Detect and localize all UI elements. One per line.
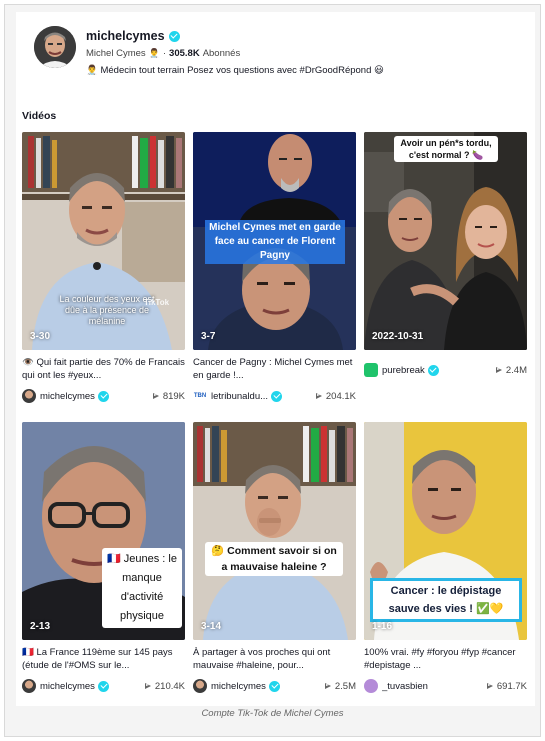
author-avatar[interactable] <box>364 679 378 693</box>
play-count-value: 2.5M <box>334 680 356 692</box>
verified-icon <box>97 390 109 402</box>
play-icon <box>315 392 322 399</box>
play-count-value: 204.1K <box>325 390 356 402</box>
followers-label: Abonnés <box>202 48 241 59</box>
author-avatar[interactable] <box>22 679 36 693</box>
video-description[interactable]: 👁️ Qui fait partie des 70% de Francais q… <box>22 356 185 382</box>
play-count: 210.4K <box>144 680 185 692</box>
video-thumbnail[interactable]: Michel Cymes met en garde face au cancer… <box>193 132 356 350</box>
author-avatar[interactable] <box>22 389 36 403</box>
video-meta: michelcymes 2.5M <box>193 678 356 694</box>
doctor-emoji: 👨‍⚕️ <box>148 48 160 58</box>
play-count-value: 691.7K <box>496 680 527 692</box>
play-count-value: 819K <box>162 390 185 402</box>
followers-count: 305.8K <box>169 48 200 59</box>
figure-frame: michelcymes Michel Cymes 👨‍⚕️ · 305.8K A… <box>4 4 541 737</box>
tiktok-watermark: TikTok <box>144 298 170 307</box>
video-caption-overlay: 🤔 Comment savoir si on a mauvaise halein… <box>205 542 343 576</box>
video-caption-overlay: Cancer : le dépistage sauve des vies ! ✅… <box>370 578 522 622</box>
profile-subline: Michel Cymes 👨‍⚕️ · 305.8K Abonnés <box>86 48 241 59</box>
play-count-value: 210.4K <box>154 680 185 692</box>
video-card[interactable]: Cancer : le dépistage sauve des vies ! ✅… <box>364 422 527 694</box>
verified-icon <box>271 390 283 402</box>
author-name[interactable]: _tuvasbien <box>382 681 428 692</box>
play-count: 2.4M <box>495 364 527 376</box>
video-description[interactable]: 100% vrai. #fy #foryou #fyp #cancer #dep… <box>364 646 527 672</box>
video-caption-overlay: Avoir un pén*s tordu, c'est normal ? 🍆 <box>394 136 498 162</box>
profile-avatar[interactable] <box>34 26 76 68</box>
video-date-label: 3-14 <box>201 621 222 632</box>
figure-caption: Compte Tik-Tok de Michel Cymes <box>201 708 344 719</box>
video-description[interactable]: À partager à vos proches qui ont mauvais… <box>193 646 356 672</box>
video-thumbnail[interactable]: Avoir un pén*s tordu, c'est normal ? 🍆 2… <box>364 132 527 350</box>
verified-icon <box>97 680 109 692</box>
profile-bio: 👨‍⚕️ Médecin tout terrain Posez vos ques… <box>86 65 384 76</box>
video-date-label: 2-13 <box>30 621 51 632</box>
video-meta: michelcymes 210.4K <box>22 678 185 694</box>
video-card[interactable]: 🇫🇷 Jeunes : le manque d'activité physiqu… <box>22 422 185 694</box>
display-name: Michel Cymes <box>86 48 146 59</box>
play-icon <box>144 682 151 689</box>
video-date-label: 1-16 <box>372 621 393 632</box>
video-thumbnail[interactable]: Cancer : le dépistage sauve des vies ! ✅… <box>364 422 527 640</box>
verified-icon <box>268 680 280 692</box>
play-count-value: 2.4M <box>505 364 527 376</box>
video-meta: _tuvasbien 691.7K <box>364 678 527 694</box>
author-name[interactable]: michelcymes <box>40 391 95 402</box>
author-name[interactable]: michelcymes <box>40 681 95 692</box>
author-avatar[interactable]: TBN <box>193 389 207 403</box>
video-thumbnail[interactable]: La couleur des yeux est dûe à la présenc… <box>22 132 185 350</box>
video-card[interactable]: 🤔 Comment savoir si on a mauvaise halein… <box>193 422 356 694</box>
video-card[interactable]: La couleur des yeux est dûe à la présenc… <box>22 132 185 404</box>
play-count: 204.1K <box>315 390 356 402</box>
verified-icon <box>427 364 439 376</box>
author-avatar[interactable] <box>193 679 207 693</box>
video-card[interactable]: Avoir un pén*s tordu, c'est normal ? 🍆 2… <box>364 132 527 378</box>
video-meta: michelcymes 819K <box>22 388 185 404</box>
video-thumbnail[interactable]: 🇫🇷 Jeunes : le manque d'activité physiqu… <box>22 422 185 640</box>
play-count: 819K <box>152 390 185 402</box>
verified-icon <box>168 30 180 42</box>
video-date-label: 3-30 <box>30 331 51 342</box>
video-description[interactable]: 🇫🇷 La France 119ème sur 145 pays (étude … <box>22 646 185 672</box>
video-meta: purebreak 2.4M <box>364 362 527 378</box>
profile-username[interactable]: michelcymes <box>86 29 180 43</box>
username-text: michelcymes <box>86 29 165 43</box>
play-icon <box>324 682 331 689</box>
play-icon <box>486 682 493 689</box>
tiktok-profile-panel: michelcymes Michel Cymes 👨‍⚕️ · 305.8K A… <box>16 12 535 706</box>
video-card[interactable]: Michel Cymes met en garde face au cancer… <box>193 132 356 404</box>
author-name[interactable]: michelcymes <box>211 681 266 692</box>
author-name[interactable]: letribunaldu... <box>211 391 268 402</box>
author-name[interactable]: purebreak <box>382 365 425 376</box>
video-caption-overlay: Michel Cymes met en garde face au cancer… <box>205 220 345 264</box>
play-icon <box>495 366 502 373</box>
play-icon <box>152 392 159 399</box>
videos-section-title: Vidéos <box>22 110 57 122</box>
video-description[interactable]: Cancer de Pagny : Michel Cymes met en ga… <box>193 356 356 382</box>
video-thumbnail[interactable]: 🤔 Comment savoir si on a mauvaise halein… <box>193 422 356 640</box>
video-meta: TBN letribunaldu... 204.1K <box>193 388 356 404</box>
author-avatar[interactable] <box>364 363 378 377</box>
play-count: 691.7K <box>486 680 527 692</box>
video-date-label: 2022-10-31 <box>372 331 424 342</box>
video-caption-overlay: 🇫🇷 Jeunes : le manque d'activité physiqu… <box>102 548 182 628</box>
video-date-label: 3-7 <box>201 331 216 342</box>
play-count: 2.5M <box>324 680 356 692</box>
